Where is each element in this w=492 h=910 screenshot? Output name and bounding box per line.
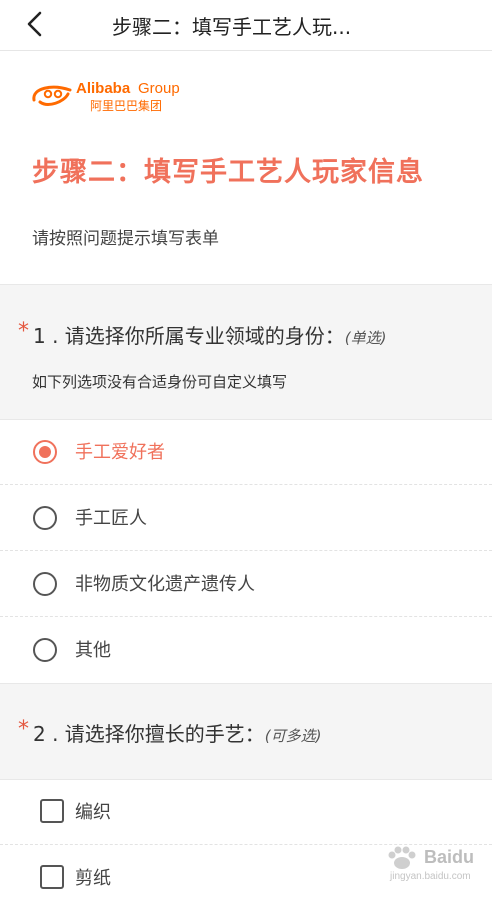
form-intro: 请按照问题提示填写表单 xyxy=(32,229,219,249)
header-title: 步骤二：填写手工艺人玩... xyxy=(112,15,352,39)
option-label: 剪纸 xyxy=(75,868,111,889)
radio-option[interactable]: 其他 xyxy=(0,617,492,682)
question-1-text: 1 . 请选择你所属专业领域的身份： xyxy=(33,324,345,348)
required-mark: * xyxy=(18,717,29,742)
question-1-header: * 1 . 请选择你所属专业领域的身份：(单选) 如下列选项没有合适身份可自定义… xyxy=(0,284,492,420)
svg-text:阿里巴巴集团: 阿里巴巴集团 xyxy=(90,98,162,113)
svg-text:Group: Group xyxy=(138,80,180,97)
question-1-hint: 如下列选项没有合适身份可自定义填写 xyxy=(32,373,288,391)
question-2-header: * 2 . 请选择你擅长的手艺：(可多选) xyxy=(0,683,492,780)
option-label: 手工匠人 xyxy=(75,508,147,529)
option-label: 手工爱好者 xyxy=(75,442,165,463)
question-1-type: (单选) xyxy=(344,329,387,347)
radio-button-selected[interactable] xyxy=(33,440,57,464)
question-1-label: 1 . 请选择你所属专业领域的身份：(单选) xyxy=(33,320,387,349)
baidu-watermark: Baidu jingyan.baidu.com xyxy=(380,845,485,889)
watermark-text: Baidu xyxy=(424,847,475,867)
question-2-type: (可多选) xyxy=(264,727,322,745)
question-2-text: 2 . 请选择你擅长的手艺： xyxy=(33,722,265,746)
radio-button[interactable] xyxy=(33,638,57,662)
paw-icon xyxy=(388,846,416,869)
checkbox-option[interactable]: 编织 xyxy=(0,779,492,845)
radio-option[interactable]: 手工爱好者 xyxy=(0,419,492,485)
alibaba-group-logo: Alibaba Group 阿里巴巴集团 xyxy=(32,80,180,113)
top-bar: 步骤二：填写手工艺人玩... xyxy=(0,0,492,51)
required-mark: * xyxy=(18,319,29,344)
question-2-label: 2 . 请选择你擅长的手艺：(可多选) xyxy=(33,718,322,747)
radio-button[interactable] xyxy=(33,572,57,596)
watermark-subtext: jingyan.baidu.com xyxy=(390,871,471,882)
option-label: 其他 xyxy=(75,640,111,661)
radio-option[interactable]: 手工匠人 xyxy=(0,485,492,551)
radio-button[interactable] xyxy=(33,506,57,530)
checkbox[interactable] xyxy=(40,865,64,889)
page-title: 步骤二：填写手工艺人玩家信息 xyxy=(32,157,424,188)
radio-option[interactable]: 非物质文化遗产遗传人 xyxy=(0,551,492,617)
option-label: 非物质文化遗产遗传人 xyxy=(75,574,255,595)
option-label: 编织 xyxy=(75,802,111,823)
svg-text:Alibaba: Alibaba xyxy=(76,80,131,97)
chevron-left-icon[interactable] xyxy=(22,10,50,38)
checkbox[interactable] xyxy=(40,799,64,823)
